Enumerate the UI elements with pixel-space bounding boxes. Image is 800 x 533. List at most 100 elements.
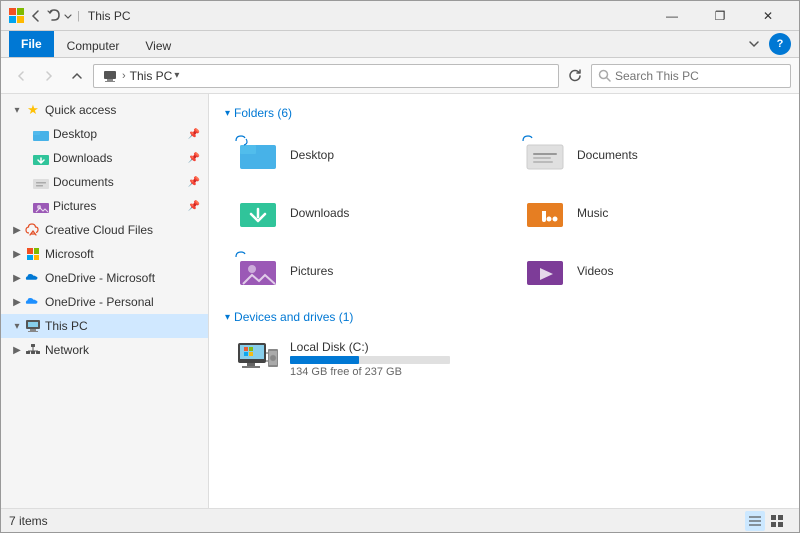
folder-item-desktop[interactable]: Desktop (225, 128, 496, 182)
sidebar-item-creativecloud[interactable]: ▶ Creative Cloud Files (1, 218, 208, 242)
refresh-button[interactable] (563, 64, 587, 88)
minimize-button[interactable]: — (649, 1, 695, 31)
forward-button[interactable] (37, 64, 61, 88)
sidebar-item-thispc[interactable]: ▾ This PC (1, 314, 208, 338)
window-controls: — ❐ ✕ (649, 1, 791, 31)
pictures-folder-name: Pictures (290, 264, 333, 278)
desktop-label: Desktop (53, 127, 97, 141)
title-bar: | This PC — ❐ ✕ (1, 1, 799, 31)
folders-section-header: ▾ Folders (6) (225, 106, 783, 120)
drive-space: 134 GB free of 237 GB (290, 366, 774, 378)
sidebar-item-microsoft[interactable]: ▶ Microsoft (1, 242, 208, 266)
address-path[interactable]: › This PC ▾ (93, 64, 559, 88)
folder-item-documents[interactable]: Documents (512, 128, 783, 182)
help-btn[interactable]: ? (769, 33, 791, 55)
view-toggles (745, 511, 787, 531)
cc-toggle[interactable]: ▶ (9, 222, 25, 238)
pictures-label: Pictures (53, 199, 96, 213)
thispc-label: This PC (45, 319, 88, 333)
address-dropdown-btn[interactable]: ▾ (172, 70, 181, 81)
folder-item-videos[interactable]: Videos (512, 244, 783, 298)
drive-item-c[interactable]: Local Disk (C:) 134 GB free of 237 GB (225, 332, 783, 386)
folders-section-title: Folders (6) (234, 106, 292, 120)
cc-icon (25, 222, 41, 238)
search-input[interactable] (615, 69, 784, 83)
network-toggle[interactable]: ▶ (9, 342, 25, 358)
tab-view[interactable]: View (132, 34, 184, 57)
view-tiles-btn[interactable] (767, 511, 787, 531)
quickaccess-toggle[interactable]: ▾ (9, 102, 25, 118)
qat-back-icon[interactable] (28, 8, 44, 24)
music-icon (521, 193, 569, 233)
sidebar-item-desktop[interactable]: Desktop 📌 (1, 122, 208, 146)
downloads-label: Downloads (53, 151, 112, 165)
window-icon (9, 8, 25, 24)
restore-button[interactable]: ❐ (697, 1, 743, 31)
documents-label: Documents (53, 175, 114, 189)
address-bar: › This PC ▾ (1, 58, 799, 94)
back-button[interactable] (9, 64, 33, 88)
downloads-icon (234, 193, 282, 233)
microsoft-label: Microsoft (45, 247, 94, 261)
sidebar-item-pictures[interactable]: Pictures 📌 (1, 194, 208, 218)
thispc-small-icon (102, 68, 118, 84)
sidebar-item-quickaccess[interactable]: ▾ ★ Quick access (1, 98, 208, 122)
devices-toggle[interactable]: ▾ (225, 312, 230, 323)
search-box (591, 64, 791, 88)
onedrive-ms-toggle[interactable]: ▶ (9, 270, 25, 286)
network-label: Network (45, 343, 89, 357)
drive-bar-container (290, 356, 450, 364)
explorer-window: | This PC — ❐ ✕ File Computer View ? (0, 0, 800, 533)
folder-item-music[interactable]: Music (512, 186, 783, 240)
microsoft-toggle[interactable]: ▶ (9, 246, 25, 262)
downloads-pin-icon: 📌 (188, 153, 200, 164)
qat-undo-icon[interactable] (46, 8, 62, 24)
videos-icon (521, 251, 569, 291)
onedrive-ms-label: OneDrive - Microsoft (45, 271, 155, 285)
folders-toggle[interactable]: ▾ (225, 108, 230, 119)
sidebar-item-onedrive-personal[interactable]: ▶ OneDrive - Personal (1, 290, 208, 314)
star-icon: ★ (25, 102, 41, 118)
documents-folder-name: Documents (577, 148, 638, 162)
onedrive-ms-icon (25, 270, 41, 286)
sidebar-item-onedrive-ms[interactable]: ▶ OneDrive - Microsoft (1, 266, 208, 290)
thispc-toggle[interactable]: ▾ (9, 318, 25, 334)
up-button[interactable] (65, 64, 89, 88)
close-button[interactable]: ✕ (745, 1, 791, 31)
onedrive-personal-toggle[interactable]: ▶ (9, 294, 25, 310)
onedrive-personal-label: OneDrive - Personal (45, 295, 154, 309)
main-area: ▾ ★ Quick access Desktop 📌 Downloads 📌 (1, 94, 799, 508)
desktop-folder-icon (33, 126, 49, 142)
qat-dropdown-icon[interactable] (63, 8, 73, 24)
network-icon (25, 342, 41, 358)
tab-file[interactable]: File (9, 31, 54, 57)
quickaccess-label: Quick access (45, 103, 116, 117)
desktop-pin-icon: 📌 (188, 129, 200, 140)
pictures-icon (234, 251, 282, 291)
cc-label: Creative Cloud Files (45, 223, 153, 237)
devices-section-title: Devices and drives (1) (234, 310, 353, 324)
sidebar-item-network[interactable]: ▶ Network (1, 338, 208, 362)
ribbon: File Computer View ? (1, 31, 799, 58)
microsoft-icon (25, 246, 41, 262)
path-text: This PC (130, 69, 173, 83)
content-area: ▾ Folders (6) Desktop (209, 94, 799, 508)
drive-name: Local Disk (C:) (290, 340, 774, 354)
sidebar-item-downloads[interactable]: Downloads 📌 (1, 146, 208, 170)
desktop-folder-name: Desktop (290, 148, 334, 162)
folder-item-pictures[interactable]: Pictures (225, 244, 496, 298)
downloads-folder-icon (33, 150, 49, 166)
drive-icon (234, 339, 282, 379)
pictures-pin-icon: 📌 (188, 201, 200, 212)
tab-computer[interactable]: Computer (54, 34, 133, 57)
onedrive-personal-icon (25, 294, 41, 310)
search-icon (598, 69, 611, 82)
documents-pin-icon: 📌 (188, 177, 200, 188)
documents-icon (521, 135, 569, 175)
view-list-btn[interactable] (745, 511, 765, 531)
folder-item-downloads[interactable]: Downloads (225, 186, 496, 240)
sidebar-item-documents[interactable]: Documents 📌 (1, 170, 208, 194)
videos-folder-name: Videos (577, 264, 613, 278)
ribbon-collapse-btn[interactable] (743, 33, 765, 55)
desktop-icon (234, 135, 282, 175)
